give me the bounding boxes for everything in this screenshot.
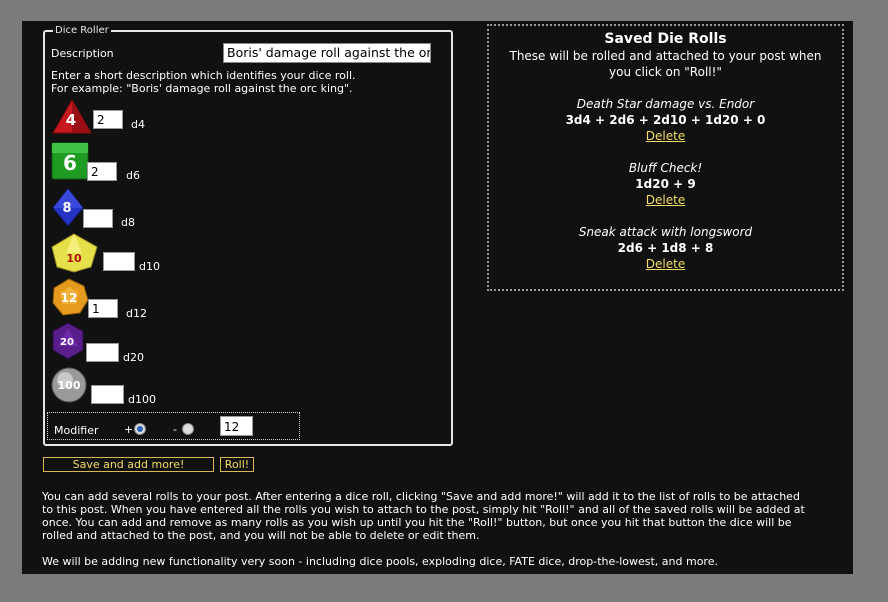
- hint-line: Enter a short description which identifi…: [51, 69, 356, 82]
- saved-roll-formula: 2d6 + 1d8 + 8: [617, 241, 714, 255]
- modifier-plus-label: +: [124, 423, 134, 436]
- d20-die-icon: 20: [52, 322, 84, 360]
- modifier-plus-radio[interactable]: [134, 423, 146, 435]
- instructions-line: once. You can add and remove as many rol…: [42, 516, 792, 529]
- d100-icon-number: 100: [58, 379, 81, 392]
- modifier-value-input[interactable]: 12: [220, 416, 253, 436]
- d12-die-icon: 12: [52, 278, 89, 316]
- d4-count-input[interactable]: 2: [93, 110, 123, 129]
- instructions-paragraph: You can add several rolls to your post. …: [42, 490, 837, 542]
- subtitle-line: These will be rolled and attached to you…: [509, 49, 822, 63]
- modifier-label: Modifier: [54, 424, 99, 437]
- functionality-note: We will be adding new functionality very…: [42, 555, 718, 568]
- d8-icon-number: 8: [62, 201, 71, 216]
- d6-count-input[interactable]: 2: [87, 162, 117, 181]
- d12-icon-number: 12: [61, 291, 78, 305]
- saved-rolls-title: Saved Die Rolls: [604, 31, 727, 47]
- d12-count-input[interactable]: 1: [88, 299, 118, 318]
- instructions-line: to this post. When you have entered all …: [42, 503, 805, 516]
- saved-roll-name: Bluff Check!: [628, 161, 703, 175]
- instructions-line: rolled and attached to the post, and you…: [42, 529, 480, 542]
- d20-count-input[interactable]: [86, 343, 119, 362]
- dice-roller-legend: Dice Roller: [53, 25, 111, 36]
- d100-die-icon: 100: [51, 367, 87, 403]
- d20-icon-number: 20: [60, 337, 74, 348]
- d12-label: d12: [126, 307, 147, 320]
- d10-die-icon: 10: [51, 233, 98, 273]
- d8-count-input[interactable]: [83, 209, 113, 228]
- saved-rolls-subtitle: These will be rolled and attached to you…: [489, 48, 842, 80]
- saved-roll-name: Sneak attack with longsword: [578, 225, 753, 239]
- description-label: Description: [51, 47, 114, 60]
- saved-roll-formula: 3d4 + 2d6 + 2d10 + 1d20 + 0: [565, 113, 766, 127]
- dice-roller-fieldset: Dice Roller Description Boris' damage ro…: [43, 25, 453, 446]
- d100-count-input[interactable]: [91, 385, 124, 404]
- saved-roll-delete-link[interactable]: Delete: [489, 129, 842, 143]
- dice-roller-panel: Dice Roller Description Boris' damage ro…: [22, 21, 853, 574]
- modifier-minus-radio[interactable]: [182, 423, 194, 435]
- d20-label: d20: [123, 351, 144, 364]
- saved-roll-delete-link[interactable]: Delete: [489, 257, 842, 271]
- d4-die-icon: 4: [52, 98, 92, 134]
- d4-icon-number: 4: [66, 111, 76, 129]
- description-hint: Enter a short description which identifi…: [51, 69, 356, 95]
- d6-label: d6: [126, 169, 140, 182]
- d10-count-input[interactable]: [103, 252, 135, 271]
- d10-icon-number: 10: [66, 252, 82, 265]
- modifier-group: Modifier + - 12: [47, 412, 300, 440]
- saved-roll-delete-link[interactable]: Delete: [489, 193, 842, 207]
- d8-label: d8: [121, 216, 135, 229]
- subtitle-line: you click on "Roll!": [609, 65, 722, 79]
- d100-label: d100: [128, 393, 156, 406]
- saved-roll-name: Death Star damage vs. Endor: [576, 97, 755, 111]
- d10-label: d10: [139, 260, 160, 273]
- d8-die-icon: 8: [52, 188, 84, 227]
- hint-line: For example: "Boris' damage roll against…: [51, 82, 353, 95]
- d6-die-icon: 6: [51, 142, 89, 180]
- save-and-add-more-button[interactable]: Save and add more!: [43, 457, 214, 472]
- instructions-line: You can add several rolls to your post. …: [42, 490, 800, 503]
- d6-icon-number: 6: [63, 151, 77, 175]
- d4-label: d4: [131, 118, 145, 131]
- description-input[interactable]: Boris' damage roll against the orc: [223, 43, 431, 63]
- saved-roll-formula: 1d20 + 9: [635, 177, 696, 191]
- roll-button[interactable]: Roll!: [220, 457, 254, 472]
- modifier-minus-label: -: [173, 423, 177, 436]
- saved-die-rolls: Saved Die Rolls These will be rolled and…: [487, 24, 844, 291]
